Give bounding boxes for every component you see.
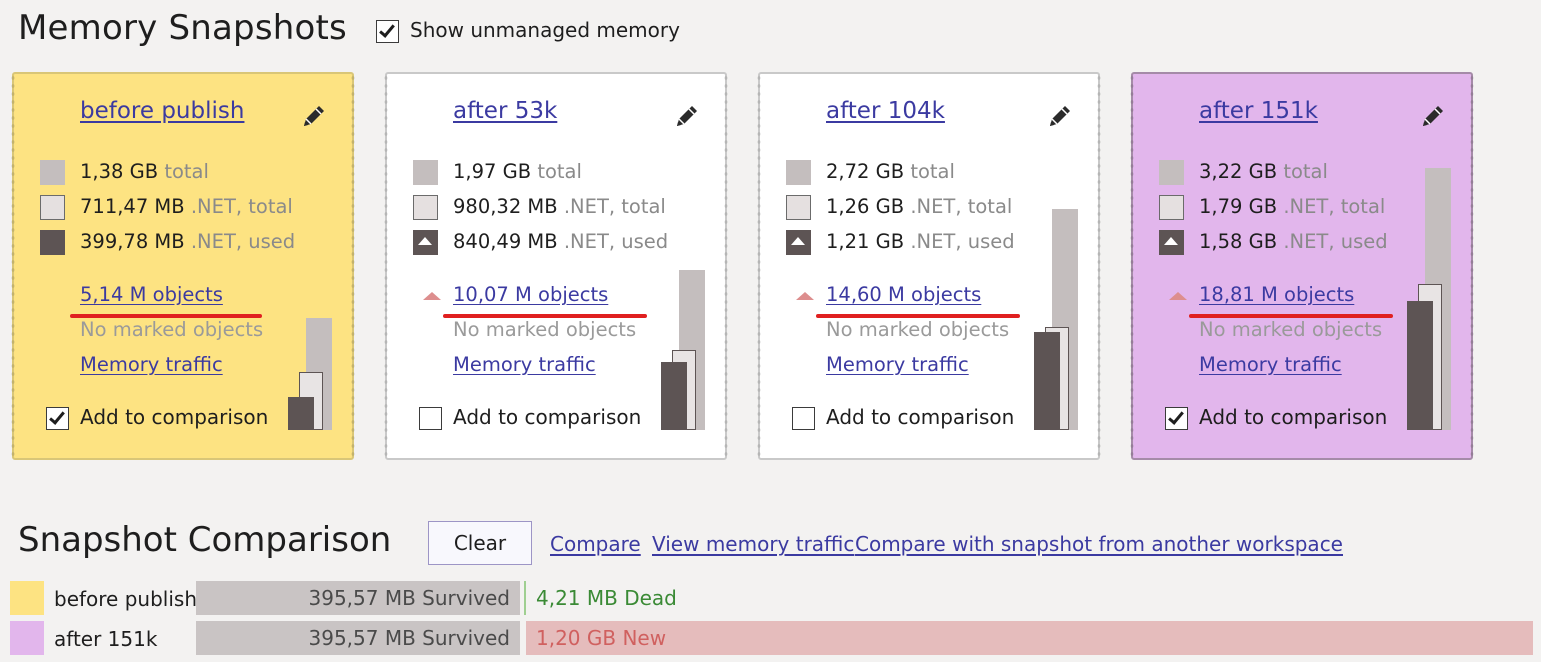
checkmark-icon [1168, 408, 1184, 425]
net-total-value: 711,47 MB [80, 195, 185, 218]
view-memory-traffic-link[interactable]: View memory traffic [652, 532, 854, 556]
total-swatch [413, 160, 438, 185]
add-to-comparison-label: Add to comparison [80, 405, 269, 429]
add-to-comparison-label: Add to comparison [453, 405, 642, 429]
comparison-row-name: before publish [54, 587, 197, 611]
objects-link[interactable]: 14,60 M objects [826, 283, 981, 306]
compare-link[interactable]: Compare [550, 532, 641, 556]
add-to-comparison-checkbox[interactable] [46, 407, 69, 430]
growth-arrow-icon [791, 237, 805, 245]
increase-arrow-icon [796, 292, 814, 300]
show-unmanaged-checkbox[interactable] [376, 20, 399, 43]
net-used-swatch [786, 230, 811, 255]
no-marked-objects-text: No marked objects [453, 318, 637, 341]
memory-bars [1407, 74, 1451, 430]
objects-link[interactable]: 5,14 M objects [80, 283, 223, 306]
net-used-value: 1,21 GB [826, 230, 905, 253]
total-label: total [1283, 160, 1328, 183]
total-swatch [1159, 160, 1184, 185]
net-total-label: .NET, total [190, 195, 293, 218]
objects-link[interactable]: 10,07 M objects [453, 283, 608, 306]
memory-traffic-link[interactable]: Memory traffic [1199, 353, 1342, 376]
memory-traffic-link[interactable]: Memory traffic [826, 353, 969, 376]
net-used-bar [661, 362, 687, 430]
net-total-swatch [40, 195, 65, 220]
survived-bar: 395,57 MB Survived [196, 581, 520, 615]
add-to-comparison-label: Add to comparison [826, 405, 1015, 429]
add-to-comparison-checkbox[interactable] [1165, 407, 1188, 430]
add-to-comparison-checkbox[interactable] [792, 407, 815, 430]
growth-arrow-icon [418, 237, 432, 245]
net-used-value: 840,49 MB [453, 230, 558, 253]
net-total-value: 1,26 GB [826, 195, 905, 218]
add-to-comparison-checkbox[interactable] [419, 407, 442, 430]
net-used-swatch [413, 230, 438, 255]
snapshot-color-swatch [10, 581, 44, 615]
no-marked-objects-text: No marked objects [80, 318, 264, 341]
total-value: 1,38 GB [80, 160, 159, 183]
total-label: total [164, 160, 209, 183]
net-total-label: .NET, total [563, 195, 666, 218]
comparison-row-name: after 151k [54, 627, 158, 651]
snapshot-card: after 104k 2,72 GB total 1,26 GB .NET, t… [756, 72, 1102, 460]
snapshot-title-link[interactable]: before publish [80, 98, 244, 124]
growth-arrow-icon [1164, 237, 1178, 245]
no-marked-objects-text: No marked objects [826, 318, 1010, 341]
net-used-label: .NET, used [563, 230, 669, 253]
net-used-bar [1034, 332, 1060, 430]
no-marked-objects-text: No marked objects [1199, 318, 1383, 341]
total-label: total [537, 160, 582, 183]
snapshot-card: after 53k 1,97 GB total 980,32 MB .NET, … [383, 72, 729, 460]
snapshot-card: after 151k 3,22 GB total 1,79 GB .NET, t… [1129, 72, 1475, 460]
comparison-row: after 151k 395,57 MB Survived 1,20 GB Ne… [10, 621, 1533, 657]
total-swatch [786, 160, 811, 185]
increase-arrow-icon [1169, 292, 1187, 300]
memory-bars [661, 74, 705, 430]
net-total-label: .NET, total [1283, 195, 1386, 218]
snapshot-title-link[interactable]: after 104k [826, 98, 945, 124]
dead-bar: 4,21 MB Dead [524, 581, 677, 615]
total-value: 3,22 GB [1199, 160, 1278, 183]
clear-button[interactable]: Clear [428, 521, 532, 565]
net-used-label: .NET, used [1283, 230, 1388, 253]
snapshot-title-link[interactable]: after 53k [453, 98, 557, 124]
page-title: Memory Snapshots [18, 8, 347, 48]
memory-bars [1034, 74, 1078, 430]
increase-arrow-icon [423, 292, 441, 300]
net-total-value: 980,32 MB [453, 195, 558, 218]
snapshot-card: before publish 1,38 GB total 711,47 MB .… [10, 72, 356, 460]
snapshot-color-swatch [10, 621, 44, 655]
memory-traffic-link[interactable]: Memory traffic [80, 353, 223, 376]
net-used-label: .NET, used [190, 230, 296, 253]
add-to-comparison-label: Add to comparison [1199, 405, 1388, 429]
net-used-swatch [1159, 230, 1184, 255]
net-used-label: .NET, used [910, 230, 1015, 253]
net-total-label: .NET, total [910, 195, 1013, 218]
show-unmanaged-label: Show unmanaged memory [410, 18, 680, 42]
total-swatch [40, 160, 65, 185]
net-total-swatch [413, 195, 438, 220]
checkmark-icon [49, 408, 65, 425]
total-value: 1,97 GB [453, 160, 532, 183]
net-total-value: 1,79 GB [1199, 195, 1278, 218]
net-used-swatch [40, 230, 65, 255]
net-total-swatch [1159, 195, 1184, 220]
memory-bars [288, 74, 332, 430]
compare-another-workspace-link[interactable]: Compare with snapshot from another works… [855, 532, 1343, 556]
net-used-bar [1407, 301, 1433, 430]
snapshot-title-link[interactable]: after 151k [1199, 98, 1318, 124]
total-value: 2,72 GB [826, 160, 905, 183]
comparison-row: before publish 395,57 MB Survived 4,21 M… [10, 581, 1533, 617]
checkmark-icon [379, 21, 395, 38]
net-used-value: 399,78 MB [80, 230, 185, 253]
survived-bar: 395,57 MB Survived [196, 621, 520, 655]
comparison-title: Snapshot Comparison [18, 520, 392, 560]
net-used-value: 1,58 GB [1199, 230, 1278, 253]
net-used-bar [288, 397, 314, 430]
new-bar: 1,20 GB New [526, 621, 1533, 655]
net-total-swatch [786, 195, 811, 220]
memory-traffic-link[interactable]: Memory traffic [453, 353, 596, 376]
total-label: total [910, 160, 955, 183]
objects-link[interactable]: 18,81 M objects [1199, 283, 1354, 306]
